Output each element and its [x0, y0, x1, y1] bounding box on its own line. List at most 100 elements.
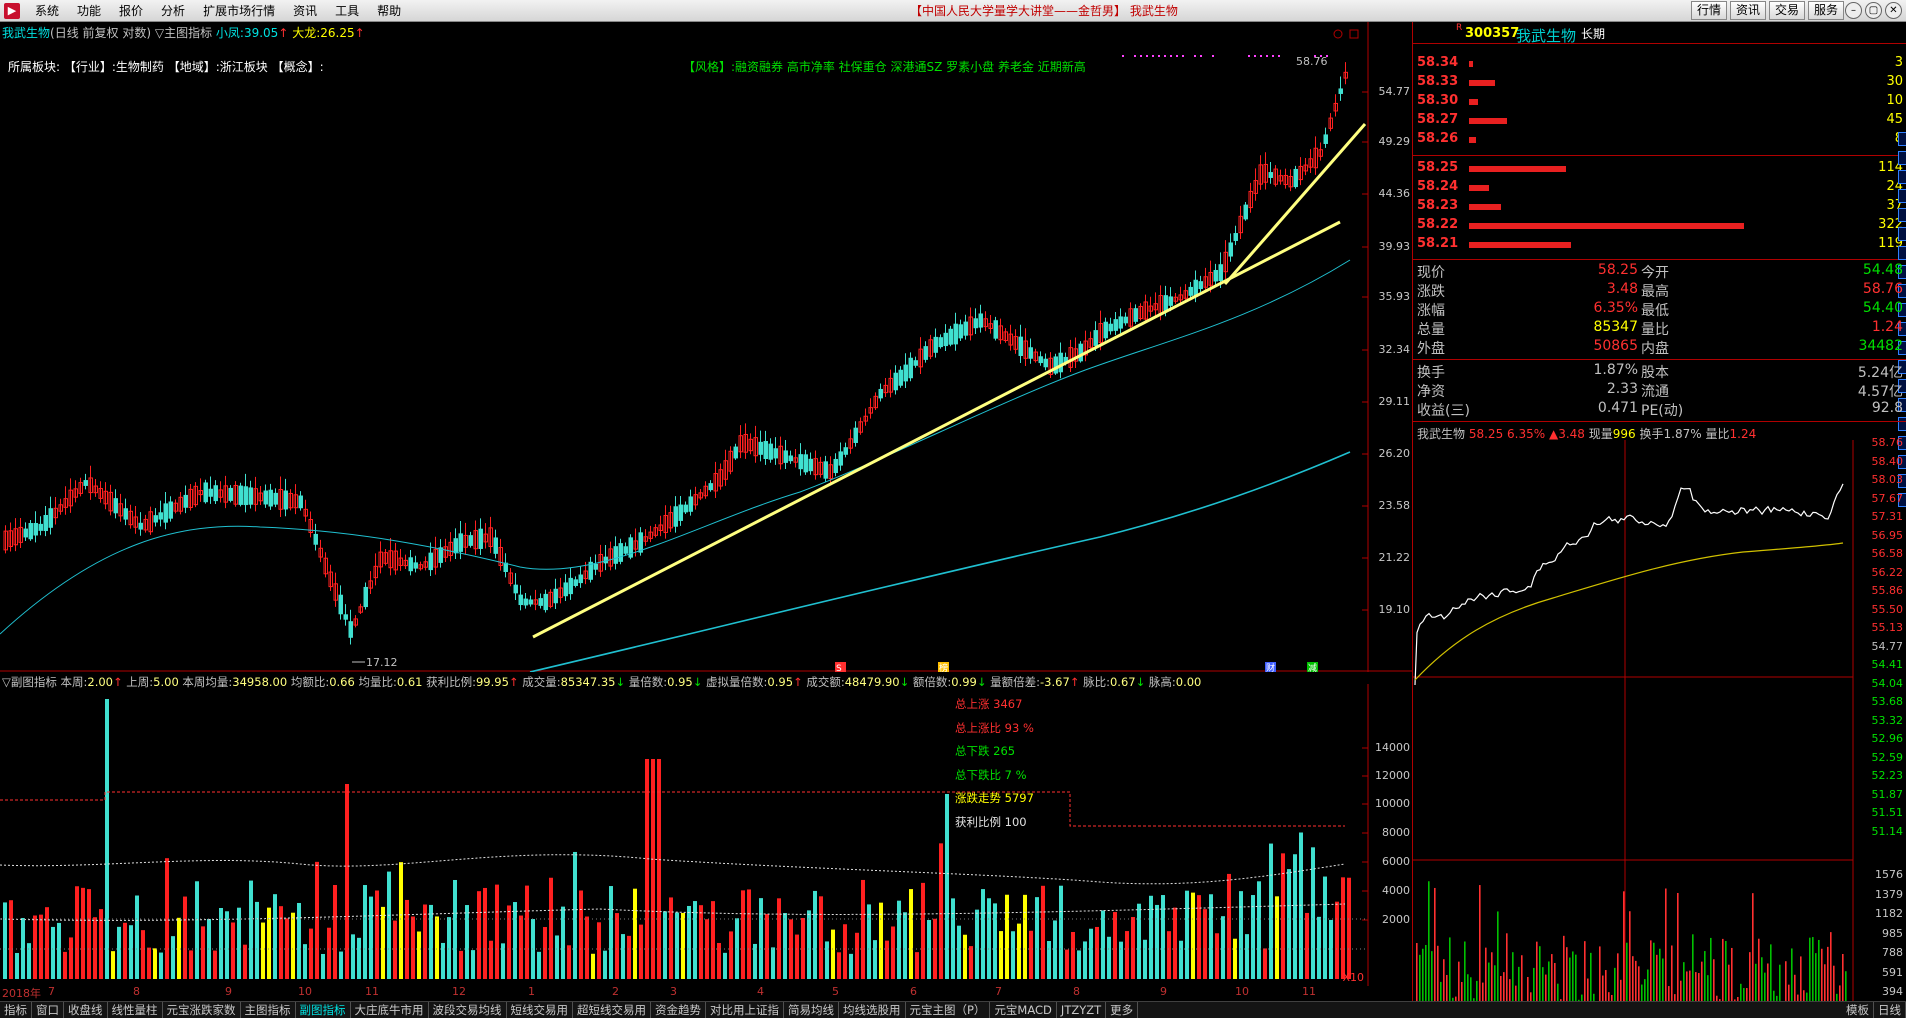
side-toolbar-icon[interactable]: [1898, 189, 1906, 203]
volume-bar: [729, 931, 733, 979]
date-tag: 榜: [939, 662, 948, 672]
quote-v2: 1.24: [1871, 319, 1903, 335]
bottom-tab[interactable]: 副图指标: [296, 1002, 351, 1018]
side-toolbar-icon[interactable]: [1898, 227, 1906, 241]
volume-bar: [1029, 930, 1033, 979]
volume-bar: [369, 896, 373, 979]
bottom-tab[interactable]: 资金趋势: [651, 1002, 706, 1018]
service-button[interactable]: 服务: [1807, 1, 1844, 20]
volume-bar: [459, 950, 463, 979]
volume-bar: [495, 884, 499, 979]
menu-system[interactable]: 系统: [26, 2, 68, 19]
menu-help[interactable]: 帮助: [368, 2, 410, 19]
menu-info[interactable]: 资讯: [284, 2, 326, 19]
volume-bar: [1317, 916, 1321, 979]
bottom-tab[interactable]: 超短线交易用: [573, 1002, 651, 1018]
bottom-tab[interactable]: 窗口: [32, 1002, 64, 1018]
stat-row: 总上涨比 93 %: [955, 720, 1034, 736]
volume-bar: [21, 917, 25, 979]
volume-bar: [135, 895, 139, 979]
stat-value: 265: [993, 744, 1016, 758]
side-toolbar-icon[interactable]: [1898, 132, 1906, 146]
candle-body: [903, 364, 908, 382]
order-volume: 10: [1886, 93, 1903, 108]
price-axis-label: 21.22: [1378, 551, 1411, 564]
quote-v2: 54.48: [1862, 262, 1903, 278]
volume-bar: [333, 885, 337, 979]
volume-bar: [819, 896, 823, 979]
bottom-tab[interactable]: 短线交易用: [507, 1002, 573, 1018]
menu-analysis[interactable]: 分析: [152, 2, 194, 19]
volume-bar: [69, 937, 73, 979]
bottom-right-tab[interactable]: 日线: [1874, 1002, 1906, 1018]
menu-ext-market[interactable]: 扩展市场行情: [194, 2, 284, 19]
market-button[interactable]: 行情: [1690, 1, 1727, 20]
candle-body: [428, 552, 433, 571]
volume-bar: [1107, 936, 1111, 979]
date-axis-label: 7: [995, 985, 1002, 998]
menu-quote[interactable]: 报价: [110, 2, 152, 19]
date-axis-label: 10: [298, 985, 312, 998]
candle-body: [853, 427, 858, 443]
mini-price-label: 55.50: [1871, 602, 1904, 616]
bottom-tab[interactable]: JTZYZT: [1057, 1002, 1107, 1018]
main-indicator-label[interactable]: ▽主图指标: [155, 26, 212, 40]
bottom-tab[interactable]: 更多: [1106, 1002, 1139, 1018]
candlestick-chart[interactable]: 17.12 58.76 S 榜 财 减: [0, 22, 1412, 672]
minimize-icon[interactable]: –: [1845, 2, 1862, 19]
window-title: 【中国人民大学量学大讲堂——金哲男】 我武生物: [910, 4, 1178, 18]
volume-chart-panel[interactable]: ▽副图指标 本周:2.00↑ 上周:5.00 本周均量:34958.00 均额比…: [0, 674, 1412, 986]
bottom-tab[interactable]: 元宝涨跌家数: [163, 1002, 241, 1018]
volume-bar: [1101, 910, 1105, 979]
candle-body: [843, 447, 848, 455]
volume-bar: [903, 912, 907, 979]
stat-value: 3467: [993, 697, 1023, 711]
signal-dot: [1182, 55, 1184, 57]
candle-body: [48, 508, 53, 528]
bottom-tab[interactable]: 均线选股用: [839, 1002, 906, 1018]
sub-info-arrow: ↓: [1135, 675, 1146, 689]
intraday-chart[interactable]: [1413, 440, 1906, 1018]
bottom-tab[interactable]: 线性量柱: [108, 1002, 163, 1018]
volume-bar: [921, 882, 925, 979]
side-toolbar-icon[interactable]: [1898, 417, 1906, 431]
bottom-tab[interactable]: 指标: [0, 1002, 32, 1018]
close-icon[interactable]: ✕: [1885, 2, 1902, 19]
candle-body: [23, 528, 28, 538]
main-chart-panel[interactable]: 17.12 58.76 S 榜 财 减 我武生物(日线 前复权 对数) ▽主图指标 小凤:…: [0, 22, 1412, 672]
restore-icon[interactable]: ▢: [1865, 2, 1882, 19]
candle-body: [1193, 279, 1198, 297]
mini-price-label: 56.22: [1871, 565, 1904, 579]
candle-body: [773, 448, 778, 459]
bottom-tab[interactable]: 简易均线: [784, 1002, 839, 1018]
bottom-tab[interactable]: 波段交易均线: [429, 1002, 507, 1018]
volume-bar: [981, 889, 985, 979]
candle-body: [168, 501, 173, 519]
bottom-right-tab[interactable]: 模板: [1842, 1002, 1874, 1018]
side-toolbar-icon[interactable]: [1898, 246, 1906, 260]
volume-bar: [627, 935, 631, 979]
menu-tools[interactable]: 工具: [326, 2, 368, 19]
bottom-tab[interactable]: 对比用上证指: [706, 1002, 784, 1018]
bottom-tab[interactable]: 大庄底牛市用: [351, 1002, 429, 1018]
style-info: 【风格】:融资融券 高市净率 社保重仓 深港通SZ 罗素小盘 养老金 近期新高: [683, 60, 1086, 74]
bottom-tab[interactable]: 元宝MACD: [990, 1002, 1057, 1018]
volume-bar: [465, 905, 469, 979]
bottom-tab[interactable]: 元宝主图（P）: [906, 1002, 991, 1018]
volume-bars-chart[interactable]: [0, 674, 1412, 986]
candle-body: [963, 321, 968, 336]
menu-function[interactable]: 功能: [68, 2, 110, 19]
side-toolbar-icon[interactable]: [1898, 170, 1906, 184]
candle-body: [638, 532, 643, 553]
side-toolbar-icon[interactable]: [1898, 151, 1906, 165]
trade-button[interactable]: 交易: [1768, 1, 1805, 20]
order-volume: 114: [1878, 160, 1903, 175]
side-toolbar-icon[interactable]: [1898, 208, 1906, 222]
news-button[interactable]: 资讯: [1729, 1, 1766, 20]
bottom-tab[interactable]: 收盘线: [64, 1002, 108, 1018]
mini-price-label: 56.58: [1871, 547, 1904, 560]
long-term-label[interactable]: 长期: [1581, 25, 1605, 42]
candle-body: [268, 489, 273, 507]
bid-row: 58.25 114: [1413, 160, 1906, 179]
bottom-tab[interactable]: 主图指标: [241, 1002, 296, 1018]
